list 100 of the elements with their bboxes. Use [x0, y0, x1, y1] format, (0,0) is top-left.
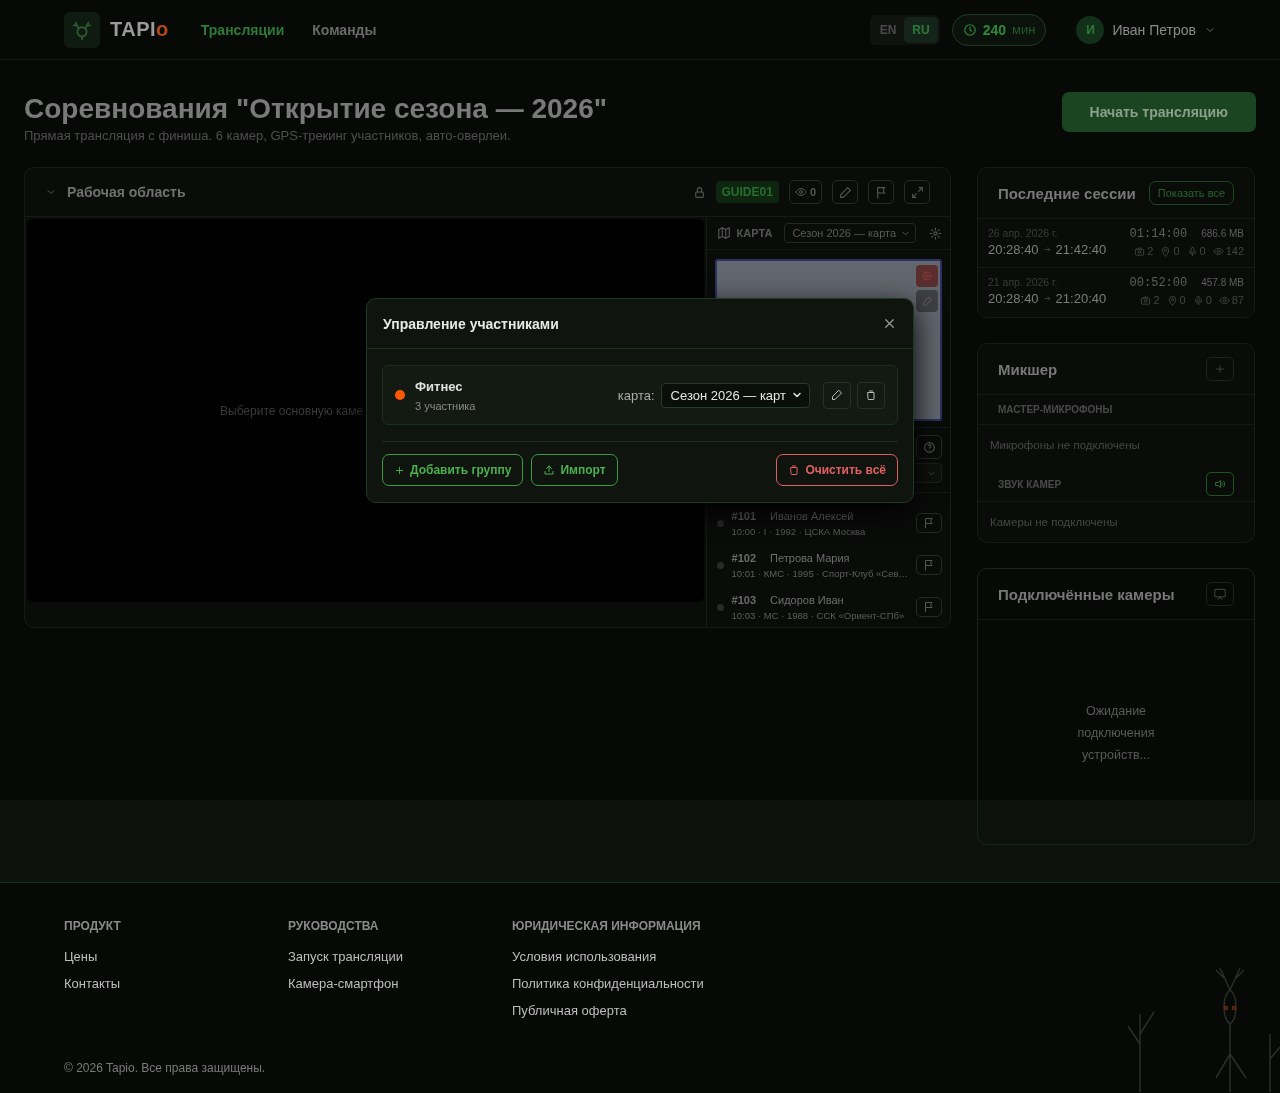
footer-link[interactable]: Политика конфиденциальности	[512, 976, 736, 991]
map-label: КАРТА	[736, 227, 773, 239]
session-code: GUIDE01	[715, 181, 779, 203]
section-label: ЗВУК КАМЕР	[998, 478, 1062, 490]
plus-icon	[1214, 363, 1226, 375]
bib-number: #103	[731, 593, 757, 606]
participant-name: Петрова Мария	[770, 551, 850, 564]
edit-button[interactable]	[823, 381, 851, 409]
session-size: 457.8 MB	[1201, 277, 1244, 288]
start-time: 20:28:40	[988, 291, 1039, 306]
copyright-text: © 2026 Tapio. Все права защищены.	[64, 1061, 266, 1075]
microphone-icon	[1192, 294, 1204, 306]
pencil-icon	[831, 389, 843, 401]
end-time: 21:42:40	[1055, 242, 1107, 257]
add-group-button[interactable]: Добавить группу	[382, 454, 524, 486]
footer-link[interactable]: Контакты	[64, 976, 288, 991]
session-duration: 00:52:00	[1129, 276, 1188, 290]
map-select[interactable]: Сезон 2026 — карт	[660, 382, 810, 408]
trash-icon	[865, 389, 877, 401]
empty-message: Микрофоны не подключены	[989, 438, 1141, 453]
status-dot	[716, 561, 724, 569]
eye-icon	[1212, 245, 1224, 257]
footer-link[interactable]: Камера-смартфон	[288, 976, 512, 991]
delete-button[interactable]	[857, 381, 885, 409]
logo-text: TAPIo	[110, 18, 169, 41]
pencil-icon	[838, 185, 852, 199]
participant-count: 3 участника	[415, 399, 477, 412]
flag-button[interactable]	[916, 597, 942, 617]
pin-icon	[1160, 245, 1172, 257]
camera-icon	[1134, 245, 1146, 257]
speaker-icon	[1214, 478, 1226, 490]
participant-name: Иванов Алексей	[770, 509, 854, 522]
pencil-icon	[921, 295, 933, 307]
nav-link[interactable]: Трансляции	[200, 21, 285, 38]
section-label: МАСТЕР-МИКРОФОНЫ	[978, 395, 1254, 425]
dialog-title: Управление участниками	[383, 315, 559, 332]
camera-count: 2	[1147, 245, 1154, 257]
page-subtitle: Прямая трансляция с финиша. 6 камер, GPS-трекинг участников, авто-оверлеи.	[24, 128, 512, 143]
camera-icon	[1140, 294, 1152, 306]
screen-button[interactable]	[1206, 582, 1234, 606]
footer-link[interactable]: Цены	[64, 949, 288, 964]
edit-map-button[interactable]	[916, 290, 938, 312]
plus-icon	[394, 464, 405, 476]
group-name: Фитнес	[415, 378, 464, 394]
map-label: карта:	[617, 387, 655, 403]
bib-number: #102	[731, 551, 757, 564]
view-count: 142	[1225, 245, 1244, 257]
flag-icon	[923, 517, 935, 529]
status-dot	[716, 519, 724, 527]
flag-icon	[874, 185, 888, 199]
target-button[interactable]	[916, 265, 938, 287]
sessions-title: Последние сессии	[998, 184, 1136, 202]
footer-link[interactable]: Условия использования	[512, 949, 736, 964]
start-time: 20:28:40	[988, 242, 1039, 257]
close-button[interactable]	[882, 316, 897, 331]
camera-placeholder-text: Выберите основную каме	[220, 403, 364, 418]
end-time: 21:20:40	[1055, 291, 1107, 306]
flag-button[interactable]	[916, 513, 942, 533]
flag-button[interactable]	[868, 180, 894, 204]
arrow-right-icon	[1042, 245, 1052, 254]
page-title: Соревнования "Открытие сезона — 2026"	[24, 92, 608, 126]
status-dot	[716, 603, 724, 611]
mixer-title: Микшер	[998, 360, 1058, 378]
import-button[interactable]: Импорт	[531, 454, 618, 486]
target-icon	[921, 270, 933, 282]
microphone-icon	[1186, 245, 1198, 257]
help-button[interactable]	[916, 435, 942, 459]
flag-button[interactable]	[916, 555, 942, 575]
cameras-title: Подключённые камеры	[998, 585, 1175, 603]
fullscreen-button[interactable]	[904, 180, 930, 204]
waiting-message: Ожидание подключения устройств...	[1076, 703, 1156, 764]
participant-details: 10:01 · КМС · 1995 · Спорт-Клуб «Сев…	[731, 567, 908, 579]
upload-icon	[543, 464, 556, 476]
bib-number: #101	[731, 509, 757, 522]
empty-message: Камеры не подключены	[989, 515, 1119, 530]
trash-icon	[788, 464, 801, 476]
footer-link[interactable]: Публичная оферта	[512, 1003, 736, 1018]
start-stream-button[interactable]: Начать трансляцию	[1061, 92, 1256, 132]
participant-details: 10:03 · МС · 1988 · ССК «Ориент-СПб»	[731, 609, 906, 621]
footer-link[interactable]: Запуск трансляции	[288, 949, 512, 964]
footer-heading: РУКОВОДСТВА	[288, 919, 380, 933]
user-name[interactable]: Иван Петров	[1112, 21, 1196, 38]
lock-icon	[692, 185, 706, 199]
session-duration: 01:14:00	[1129, 227, 1188, 241]
workspace-title: Рабочая область	[67, 184, 187, 200]
arrow-right-icon	[1042, 294, 1052, 303]
flag-icon	[923, 601, 935, 613]
language-option[interactable]: RU	[904, 16, 938, 43]
eye-icon	[794, 186, 807, 198]
clock-icon	[962, 22, 977, 37]
speaker-button[interactable]	[1206, 472, 1234, 496]
eye-icon	[1218, 294, 1230, 306]
nav-link[interactable]: Команды	[312, 21, 377, 38]
monitor-icon	[1213, 587, 1227, 601]
participant-name: Сидоров Иван	[770, 593, 844, 606]
clear-all-button[interactable]: Очистить всё	[776, 454, 898, 486]
edit-button[interactable]	[832, 180, 858, 204]
help-icon	[922, 440, 936, 454]
minutes-value: 240	[982, 21, 1007, 38]
user-avatar: И	[1076, 15, 1105, 44]
